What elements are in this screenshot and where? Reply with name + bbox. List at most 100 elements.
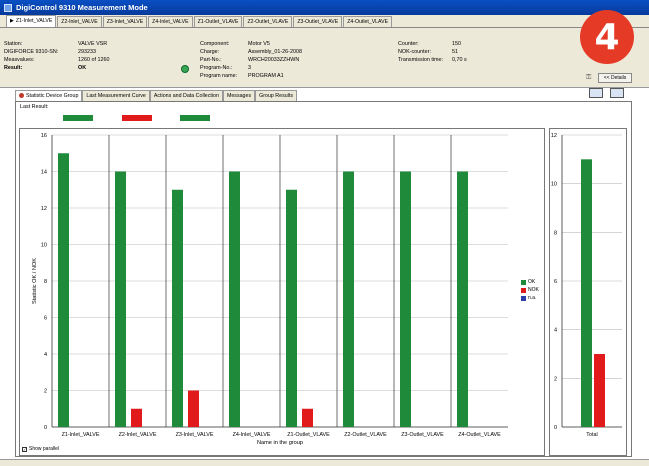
component-value: Motor V5 — [248, 41, 270, 47]
tab-z3-outlet[interactable]: Z3-Outlet_VLAVE — [293, 16, 343, 27]
legend-ok-label: OK — [528, 279, 536, 285]
subtab-statistic[interactable]: Statistic Device Group — [15, 90, 83, 101]
tab-z4-outlet[interactable]: Z4-Outlet_VLAVE — [343, 16, 393, 27]
sn-label: DIGIFORCE 9310-SN: — [4, 49, 59, 55]
counter-value: 150 — [452, 41, 461, 47]
tab-z1-inlet[interactable]: ▶ Z1-Inlet_VALVE — [6, 15, 57, 27]
details-button[interactable]: << Details — [598, 73, 632, 83]
y-tick-label: 16 — [41, 133, 47, 139]
subtab-label: Statistic Device Group — [26, 93, 79, 99]
x-tick-label: Z1-Outlet_VLAVE — [287, 432, 330, 438]
y-tick-label: 14 — [41, 170, 47, 176]
app-icon — [4, 3, 12, 12]
x-tick-label: Z4-Outlet_VLAVE — [458, 432, 501, 438]
tab-z2-inlet[interactable]: Z2-Inlet_VALVE — [57, 16, 102, 27]
checkbox-icon: ✓ — [22, 446, 27, 452]
y-tick-label: 4 — [554, 328, 557, 334]
subtab-label: Group Results — [259, 93, 293, 99]
counter-label: Counter: — [398, 41, 419, 47]
tab-label: Z3-Outlet_VLAVE — [297, 19, 339, 25]
view-icon-1[interactable] — [589, 88, 603, 98]
legend-na: n.a. — [521, 295, 536, 301]
ok-status-icon — [181, 65, 189, 73]
play-icon: ▶ — [10, 18, 14, 24]
bar-ok — [229, 171, 240, 427]
last-result-indicator-3 — [180, 115, 210, 121]
status-bar — [0, 459, 649, 466]
station-value: VALVE VSR — [78, 41, 108, 47]
tab-label: Z1-Outlet_VLAVE — [197, 19, 239, 25]
x-tick-label: Z3-Outlet_VLAVE — [401, 432, 444, 438]
component-block: Component: Charge: Part-No.: Program-No.… — [200, 40, 237, 80]
x-tick-label: Z4-Inlet_VALVE — [233, 432, 271, 438]
record-icon — [19, 93, 24, 99]
tab-label: Z2-Inlet_VALVE — [61, 19, 98, 25]
charge-value: Assembly_01-26-2008 — [248, 49, 302, 55]
bar-ok — [581, 159, 592, 428]
bar-nok — [594, 354, 605, 427]
bar-ok — [400, 171, 411, 427]
subtab-label: Messages — [226, 93, 252, 99]
program-value: 3 — [248, 65, 251, 71]
y-tick-label: 8 — [554, 230, 557, 236]
show-parallel-checkbox[interactable]: ✓ Show parallel — [22, 446, 59, 452]
x-axis-label: Name in the group — [257, 440, 303, 446]
x-tick-label: Total — [586, 432, 597, 438]
tab-z3-inlet[interactable]: Z3-Inlet_VALVE — [102, 16, 148, 27]
x-tick-label: Z3-Inlet_VALVE — [176, 432, 214, 438]
meas-value: 1260 of 1260 — [78, 57, 110, 63]
info-panel: Station: DIGIFORCE 9310-SN: Measvalues: … — [0, 28, 649, 88]
y-tick-label: 12 — [41, 206, 47, 212]
tab-label: Z3-Inlet_VALVE — [106, 19, 144, 25]
last-result-label: Last Result: — [20, 104, 49, 110]
subtab-last-curve[interactable]: Last Measurement Curve — [82, 90, 150, 101]
bar-ok — [457, 171, 468, 427]
station-label: Station: — [4, 41, 23, 47]
bar-nok — [302, 408, 313, 427]
y-tick-label: 4 — [44, 352, 47, 358]
tab-z1-outlet[interactable]: Z1-Outlet_VLAVE — [193, 16, 243, 27]
x-tick-label: Z1-Inlet_VALVE — [62, 432, 100, 438]
subtab-group-results[interactable]: Group Results — [255, 90, 297, 101]
subtab-actions[interactable]: Actions and Data Collection — [149, 90, 223, 101]
subtab-label: Actions and Data Collection — [153, 93, 219, 99]
y-tick-label: 0 — [554, 425, 557, 431]
sub-tab-row: Statistic Device Group Last Measurement … — [15, 90, 297, 101]
legend-na-label: n.a. — [528, 295, 537, 301]
bar-ok — [286, 189, 297, 427]
group-chart: 0 2 4 6 8 10 12 14 16 Z1-Inlet_VALVE Z2-Inlet_VALV… — [32, 133, 508, 446]
trans-label: Transmission time: — [398, 57, 444, 63]
sn-value: 293233 — [78, 49, 96, 55]
progname-label: Program name: — [200, 73, 238, 79]
counter-values: 150 51 0,70 s — [452, 40, 467, 64]
tab-label: Z4-Outlet_VLAVE — [347, 19, 389, 25]
result-label: Result: — [4, 65, 23, 71]
y-tick-label: 2 — [554, 376, 557, 382]
y-tick-label: 12 — [551, 133, 557, 139]
legend-ok: OK — [521, 279, 535, 285]
tab-row: ▶ Z1-Inlet_VALVE Z2-Inlet_VALVE Z3-Inlet_… — [0, 15, 649, 28]
tab-label: Z1-Inlet_VALVE — [15, 18, 53, 24]
key-icon[interactable]: ⚿ — [586, 74, 594, 82]
legend-ok-swatch — [521, 279, 526, 285]
subtab-label: Last Measurement Curve — [86, 93, 146, 99]
title-bar: DigiControl 9310 Measurement Mode — [0, 0, 649, 15]
station-values: VALVE VSR 293233 1260 of 1260 OK — [78, 40, 109, 72]
last-result-indicator-1 — [63, 115, 93, 121]
total-chart: 0 2 4 6 8 10 12 Total — [551, 133, 622, 438]
tab-z4-inlet[interactable]: Z4-Inlet_VALVE — [148, 16, 193, 27]
x-tick-label: Z2-Outlet_VLAVE — [344, 432, 387, 438]
bar-nok — [131, 408, 142, 427]
y-tick-label: 10 — [551, 182, 557, 188]
x-tick-label: Z2-Inlet_VALVE — [119, 432, 157, 438]
bar-ok — [172, 189, 183, 427]
legend-nok-label: NOK — [528, 287, 539, 293]
station-block: Station: DIGIFORCE 9310-SN: Measvalues: … — [4, 40, 58, 72]
tab-z2-outlet[interactable]: Z2-Outlet_VLAVE — [243, 16, 293, 27]
total-chart-frame: 0 2 4 6 8 10 12 Total — [549, 128, 627, 456]
subtab-messages[interactable]: Messages — [222, 90, 256, 101]
program-label: Program-No.: — [200, 65, 233, 71]
y-tick-label: 0 — [44, 425, 47, 431]
view-icon-2[interactable] — [610, 88, 624, 98]
part-label: Part-No.: — [200, 57, 222, 63]
